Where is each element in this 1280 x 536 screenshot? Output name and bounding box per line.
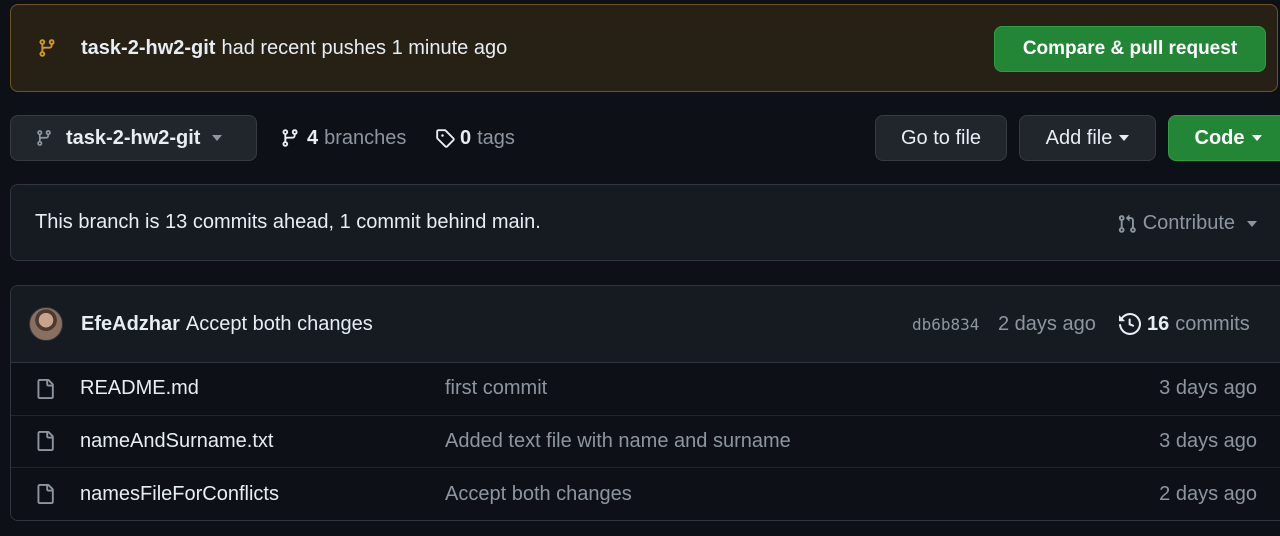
file-list: EfeAdzhar Accept both changes db6b834 2 … (10, 285, 1280, 521)
latest-commit-row: EfeAdzhar Accept both changes db6b834 2 … (11, 286, 1280, 363)
chevron-down-icon (1251, 135, 1262, 141)
file-icon (37, 431, 54, 452)
chevron-down-icon (212, 135, 223, 141)
chevron-down-icon (1119, 135, 1130, 141)
file-row[interactable]: README.md first commit 3 days ago (11, 363, 1280, 416)
file-name-link[interactable]: README.md (80, 377, 199, 400)
banner-branch-link[interactable]: task-2-hw2-git (81, 37, 215, 60)
recent-pushes-banner: task-2-hw2-git had recent pushes 1 minut… (10, 4, 1278, 92)
file-name-link[interactable]: namesFileForConflicts (80, 483, 279, 506)
commit-author-link[interactable]: EfeAdzhar (81, 313, 180, 336)
file-icon (37, 378, 54, 399)
branch-select-button[interactable]: task-2-hw2-git (10, 115, 257, 161)
branch-select-label: task-2-hw2-git (66, 126, 201, 149)
contribute-label: Contribute (1142, 212, 1235, 234)
file-commit-message-link[interactable]: Accept both changes (445, 483, 632, 506)
tag-icon (436, 129, 455, 148)
file-commit-message-link[interactable]: Added text file with name and surname (445, 430, 791, 453)
add-file-button[interactable]: Add file (1019, 115, 1156, 161)
file-name-link[interactable]: nameAndSurname.txt (80, 430, 273, 453)
history-icon (1119, 313, 1141, 335)
commits-label: commits (1175, 312, 1250, 335)
avatar[interactable] (29, 307, 63, 341)
branches-count: 4 (307, 126, 319, 149)
tags-link[interactable]: 0 tags (435, 115, 515, 161)
add-file-label: Add file (1045, 126, 1113, 149)
commit-message-link[interactable]: Accept both changes (186, 313, 373, 336)
ahead-behind-text: This branch is 13 commits ahead, 1 commi… (35, 211, 541, 233)
pull-request-icon (1118, 214, 1136, 233)
file-commit-date: 2 days ago (1159, 482, 1257, 505)
commits-count: 16 (1147, 312, 1170, 335)
commits-history-link[interactable]: 16 commits (1119, 313, 1250, 336)
file-commit-date: 3 days ago (1159, 429, 1257, 452)
code-label: Code (1194, 126, 1245, 149)
file-row[interactable]: namesFileForConflicts Accept both change… (11, 468, 1280, 520)
branches-label: branches (324, 126, 407, 149)
file-commit-message-link[interactable]: first commit (445, 377, 547, 400)
file-commit-date: 3 days ago (1159, 377, 1257, 400)
tags-count: 0 (460, 126, 472, 149)
tags-label: tags (477, 126, 515, 149)
git-branch-icon (282, 129, 298, 147)
git-branch-icon (37, 130, 51, 146)
go-to-file-button[interactable]: Go to file (875, 115, 1007, 161)
chevron-down-icon (1247, 220, 1257, 227)
contribute-dropdown[interactable]: Contribute (1117, 185, 1257, 262)
branch-status-box: This branch is 13 commits ahead, 1 commi… (10, 184, 1280, 261)
repo-toolbar: task-2-hw2-git 4 branches 0 tags Go to f… (10, 115, 1280, 161)
git-branch-icon (39, 39, 55, 57)
file-icon (37, 484, 54, 505)
compare-pull-request-button[interactable]: Compare & pull request (994, 26, 1266, 72)
commit-date: 2 days ago (998, 312, 1096, 335)
code-button[interactable]: Code (1168, 115, 1280, 161)
commit-sha-link[interactable]: db6b834 (912, 315, 979, 334)
banner-message: had recent pushes 1 minute ago (221, 36, 508, 59)
branches-link[interactable]: 4 branches (280, 115, 406, 161)
file-row[interactable]: nameAndSurname.txt Added text file with … (11, 415, 1280, 468)
